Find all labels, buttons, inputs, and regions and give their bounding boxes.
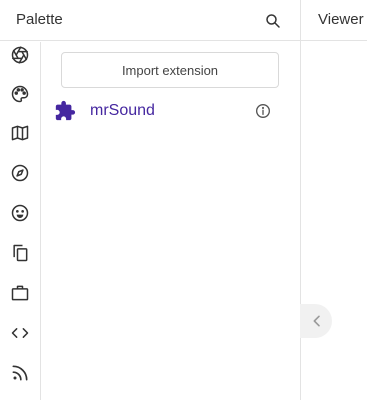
palette-header: Palette <box>0 0 300 41</box>
viewer-title: Viewer <box>318 11 364 28</box>
info-icon[interactable] <box>255 103 271 119</box>
map-icon[interactable] <box>10 123 30 143</box>
copy-icon[interactable] <box>10 243 30 263</box>
aperture-icon[interactable] <box>10 45 30 65</box>
code-icon[interactable] <box>10 323 30 343</box>
chevron-left-icon <box>313 315 320 327</box>
viewer-header: Viewer <box>301 0 367 41</box>
search-icon[interactable] <box>264 12 282 30</box>
emoji-icon[interactable] <box>10 203 30 223</box>
extension-name: mrSound <box>90 102 155 119</box>
rss-icon[interactable] <box>10 363 30 383</box>
compass-icon[interactable] <box>10 163 30 183</box>
palette-panel: Palette Import extension mrSound <box>0 0 301 400</box>
icon-rail <box>0 42 41 400</box>
import-extension-button[interactable]: Import extension <box>61 52 279 88</box>
puzzle-piece-icon <box>54 100 76 122</box>
palette-title: Palette <box>16 11 63 28</box>
palette-icon[interactable] <box>10 84 30 104</box>
briefcase-icon[interactable] <box>10 283 30 303</box>
viewer-panel: Viewer <box>301 0 367 400</box>
extension-item-mrsound[interactable]: mrSound <box>52 96 292 126</box>
